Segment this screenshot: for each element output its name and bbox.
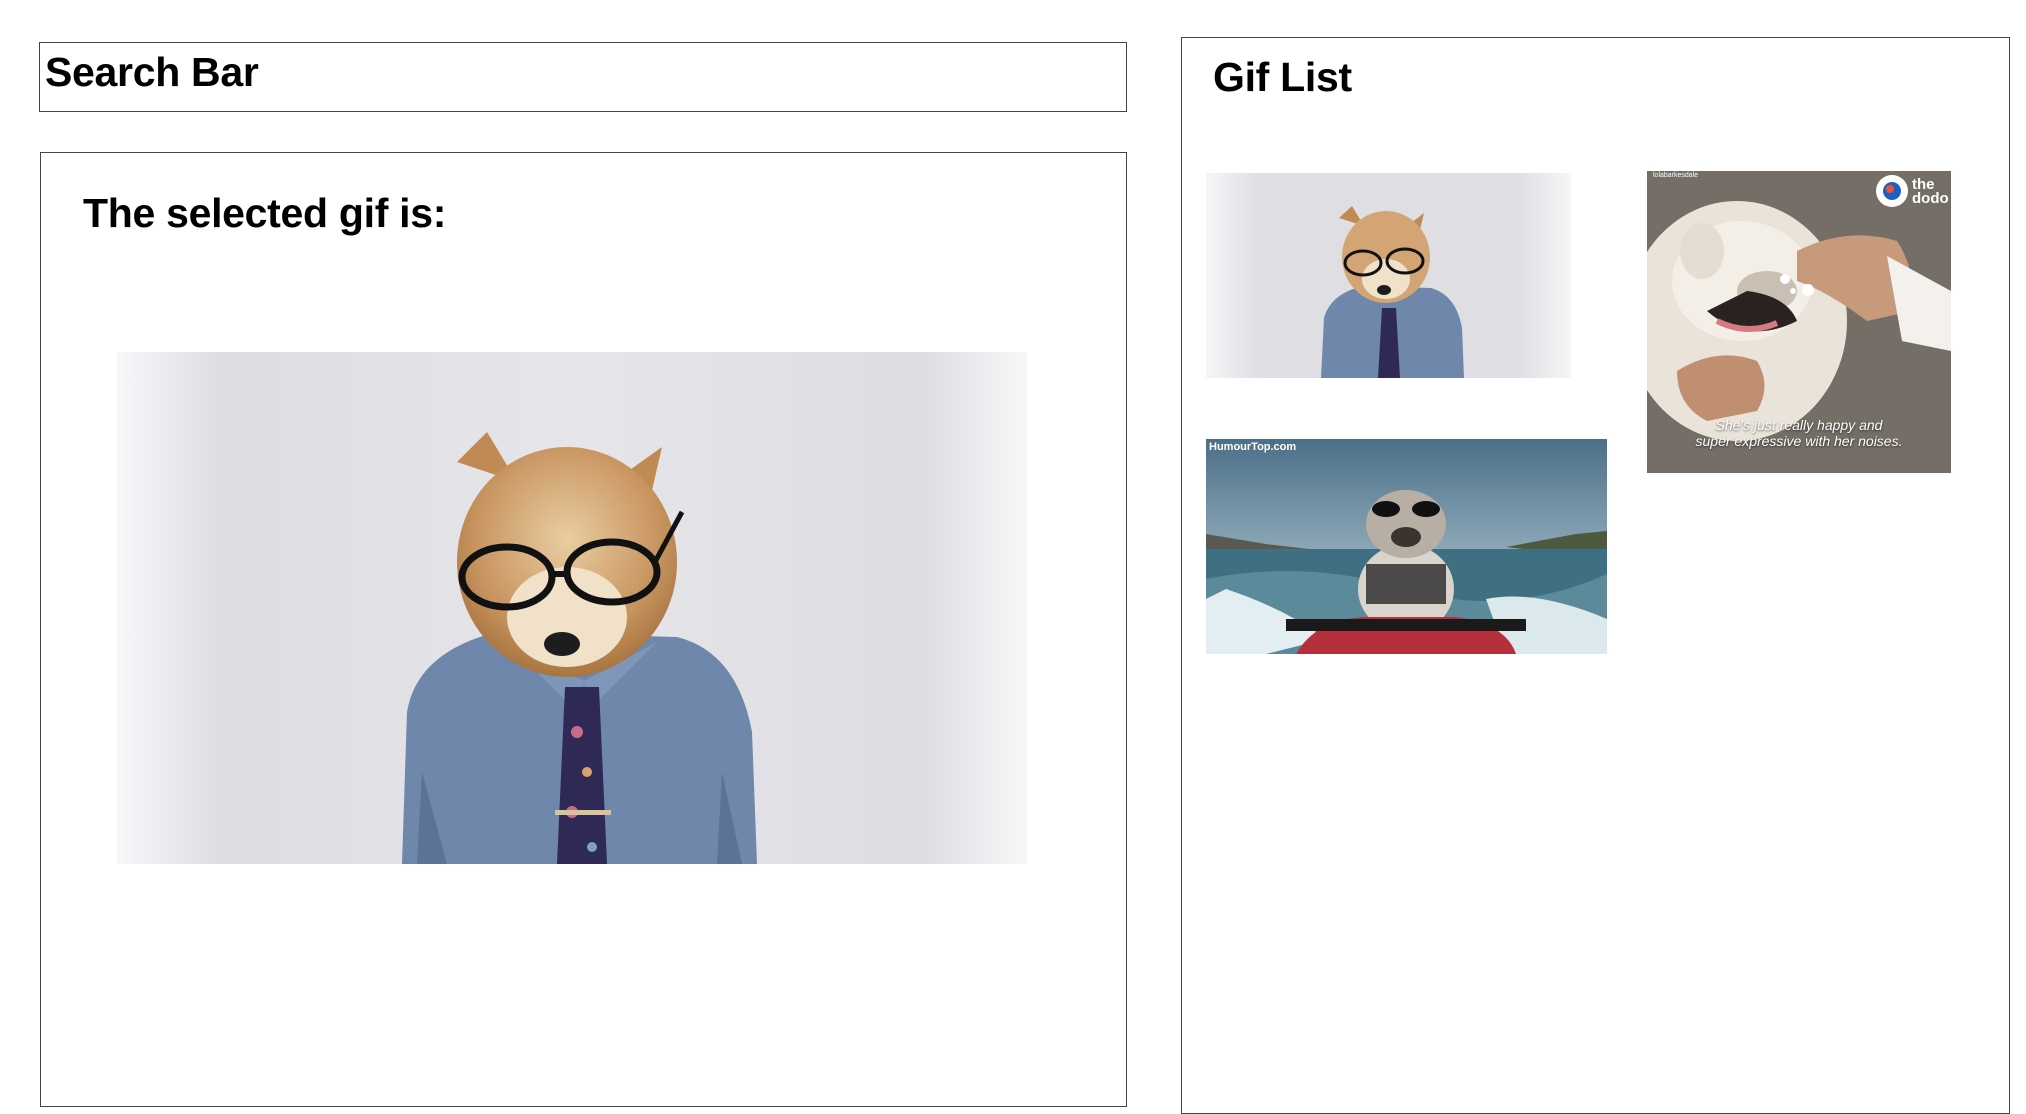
- gif-list-item-french-bulldog[interactable]: lolabarkesdale the dodo She's just reall…: [1647, 171, 1951, 473]
- gif-detail-panel: The selected gif is:: [40, 152, 1127, 1107]
- gif-list-item-jet-ski-bulldog[interactable]: HumourTop.com: [1206, 439, 1607, 654]
- gif-list-item-shiba[interactable]: [1206, 173, 1571, 378]
- gif-2-handle: lolabarkesdale: [1653, 172, 1699, 179]
- gif-list-panel: Gif List lolabarkesdale the dodo She's j…: [1181, 37, 2010, 1114]
- selected-gif-heading: The selected gif is:: [83, 190, 447, 236]
- search-bar-title: Search Bar: [45, 49, 259, 95]
- gif-3-watermark: HumourTop.com: [1209, 441, 1297, 453]
- search-bar: Search Bar: [39, 42, 1127, 112]
- gif-list-heading: Gif List: [1213, 54, 1352, 100]
- gif-2-watermark: the dodo: [1912, 176, 1949, 207]
- gif-2-caption: She's just really happy and super expres…: [1695, 417, 1903, 449]
- selected-gif-image: [117, 352, 1027, 864]
